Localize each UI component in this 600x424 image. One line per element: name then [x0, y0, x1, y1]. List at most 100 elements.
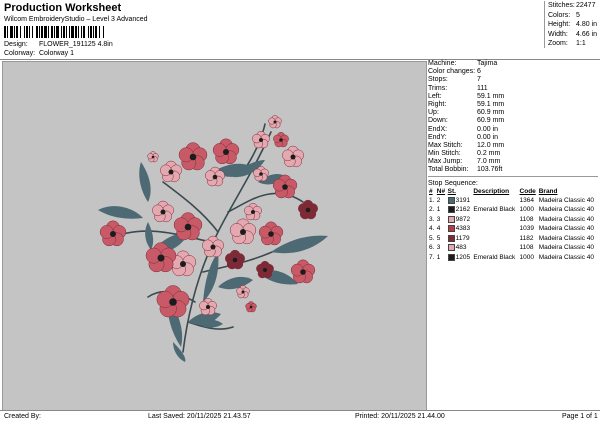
design-row: Design: FLOWER_191125 4.8in	[4, 41, 113, 48]
flower	[225, 249, 245, 270]
flower-center	[212, 174, 218, 180]
stitch-count: 9872	[447, 215, 473, 225]
flower	[245, 301, 257, 313]
design-preview	[2, 61, 427, 411]
leaf	[98, 206, 143, 219]
barcode-bar	[24, 26, 25, 38]
last-saved: Last Saved: 20/11/2025 21.43.57	[148, 413, 251, 420]
barcode-bar	[48, 26, 49, 38]
flower-center	[249, 305, 253, 309]
info-right: Right: 59.1 mm	[428, 100, 505, 108]
stop-table-header: # N# St. Description Code Brand	[428, 188, 598, 196]
needle-number: 1	[436, 253, 441, 261]
stop-row: 2. 1 2162 Emerald Black 1000 Madeira Classic …	[428, 205, 598, 215]
leaf	[218, 276, 253, 290]
barcode-bar	[36, 26, 38, 38]
flower	[282, 145, 304, 168]
thread-code: 1364	[519, 196, 534, 204]
stop-number: 2.	[429, 206, 435, 214]
stitch-count-value: 9872	[455, 215, 471, 223]
stat-colors: Colors: 5	[548, 11, 580, 19]
leaf	[145, 222, 154, 250]
stop-number: 3.	[429, 215, 435, 223]
flower-center	[180, 261, 186, 267]
flower-center	[240, 229, 246, 235]
thread-description: Emerald Black	[473, 206, 516, 214]
thread-code: 1108	[519, 244, 534, 252]
col-description: Description	[473, 188, 510, 196]
barcode-bar	[61, 26, 62, 38]
flower	[244, 202, 262, 221]
flower	[152, 200, 174, 223]
stitch-count: 4383	[447, 224, 473, 234]
stop-number: 5.	[429, 234, 435, 242]
flower	[252, 130, 270, 149]
stat-stitches: Stitches:22477	[548, 2, 596, 9]
embroidery-design	[98, 115, 328, 362]
thread-color-swatch	[447, 253, 455, 261]
thread-code: 1000	[519, 253, 534, 261]
barcode-bar	[44, 26, 47, 38]
barcode-bar	[39, 26, 40, 38]
thread-code: 1000	[519, 206, 534, 214]
barcode-bar	[10, 26, 13, 38]
barcode-bar	[63, 26, 65, 38]
barcode-bar	[4, 26, 6, 38]
thread-code: 1039	[519, 225, 534, 233]
col-brand: Brand	[538, 188, 558, 196]
stop-number: 4.	[429, 225, 435, 233]
flower-center	[168, 169, 174, 175]
stitch-count-value: 1205	[455, 253, 471, 261]
thread-brand: Madeira Classic 40	[538, 253, 594, 261]
col-needle: N#	[436, 188, 446, 196]
stop-row: 6. 3 483 1108 Madeira Classic 40	[428, 243, 598, 253]
stitch-count: 3191	[447, 196, 473, 206]
flower-center	[232, 257, 238, 263]
thread-brand: Madeira Classic 40	[538, 225, 594, 233]
barcode-bar	[83, 26, 85, 38]
stop-number: 1.	[429, 196, 435, 204]
thread-brand: Madeira Classic 40	[538, 244, 594, 252]
barcode-bar	[95, 26, 97, 38]
barcode-bar	[54, 26, 55, 38]
barcode-bar	[20, 26, 21, 38]
info-color-changes: Color changes: 6	[428, 68, 481, 76]
footer-divider	[0, 410, 600, 411]
flower-center	[268, 231, 274, 237]
stitch-count: 1179	[447, 234, 473, 244]
thread-brand: Madeira Classic 40	[538, 234, 594, 242]
thread-code: 1182	[519, 234, 534, 242]
info-max-stitch: Max Stitch: 12.0 mm	[428, 141, 505, 149]
info-total-bobbin: Total Bobbin: 103.76ft	[428, 166, 503, 174]
leaf	[139, 162, 151, 202]
colorway-label: Colorway:	[4, 50, 36, 57]
barcode-bar	[69, 26, 70, 38]
stop-number: 7.	[429, 253, 435, 261]
needle-number: 3	[436, 215, 441, 223]
barcode-bar	[93, 26, 94, 38]
stop-row: 3. 3 9872 1108 Madeira Classic 40	[428, 215, 598, 225]
flower-center	[206, 305, 210, 309]
flower	[256, 260, 274, 279]
stop-number: 6.	[429, 244, 435, 252]
flower-center	[305, 207, 311, 213]
barcode-bar	[88, 26, 89, 38]
barcode-bar	[90, 26, 92, 38]
stop-row: 1. 2 3191 1364 Madeira Classic 40	[428, 196, 598, 206]
col-number: #	[429, 188, 433, 196]
flower	[273, 132, 289, 148]
flower	[156, 285, 190, 318]
stat-zoom: Zoom: 1:1	[548, 40, 586, 48]
needle-number: 4	[436, 225, 441, 233]
printed-date: Printed: 20/11/2025 21.44.00	[355, 413, 445, 420]
flower	[229, 218, 257, 245]
barcode-bar	[56, 26, 59, 38]
stitch-count-value: 4383	[455, 225, 471, 233]
info-down: Down: 60.9 mm	[428, 117, 505, 125]
flower	[298, 199, 318, 220]
flower-center	[110, 231, 116, 237]
flower	[99, 220, 127, 247]
flower-center	[263, 268, 267, 272]
flower-center	[241, 290, 245, 294]
flower-center	[223, 149, 229, 155]
